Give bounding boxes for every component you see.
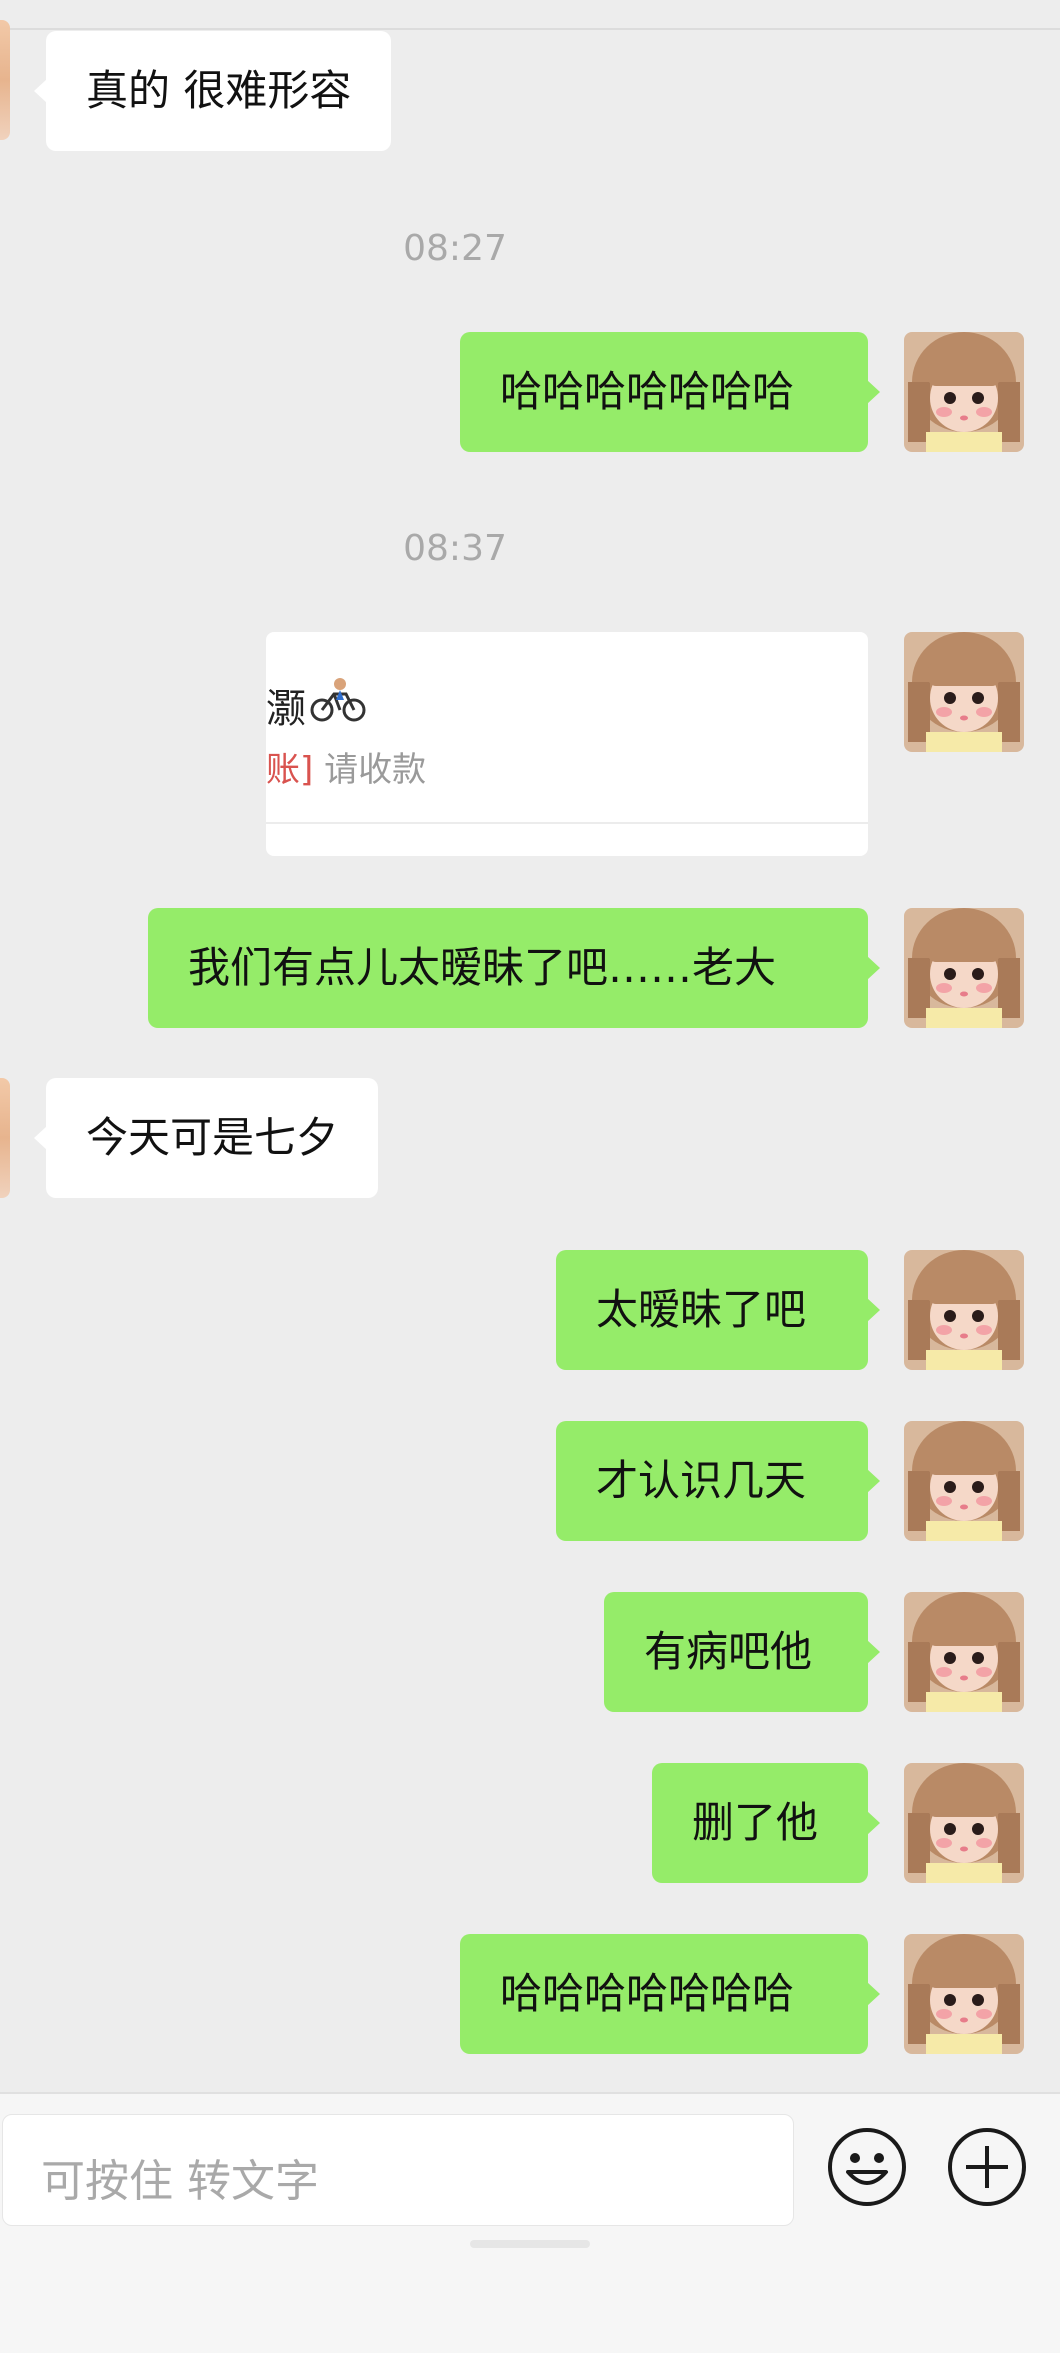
card-divider <box>266 822 868 824</box>
transfer-name: 灏 <box>266 686 306 732</box>
my-avatar[interactable] <box>904 1763 1024 1883</box>
transfer-card[interactable]: 灏 账] 请收款 <box>266 632 868 856</box>
timestamp: 08:27 <box>403 228 507 269</box>
transfer-status: 账] 请收款 <box>266 742 426 791</box>
message-bubble[interactable]: 今天可是七夕 <box>33 1078 379 1198</box>
message-bubble[interactable]: 删了他 <box>652 1763 880 1883</box>
message-input[interactable]: 可按住 转文字 <box>2 2114 794 2226</box>
home-indicator <box>470 2240 590 2248</box>
transfer-tag: 账] <box>266 750 314 790</box>
my-avatar[interactable] <box>904 1934 1024 2054</box>
contact-avatar[interactable] <box>0 1078 10 1198</box>
my-avatar[interactable] <box>904 332 1024 452</box>
message-bubble[interactable]: 我们有点儿太暧昧了吧……老大 <box>148 908 880 1028</box>
input-placeholder: 可按住 转文字 <box>41 2156 319 2207</box>
message-bubble[interactable]: 才认识几天 <box>556 1421 880 1541</box>
message-bubble[interactable]: 有病吧他 <box>604 1592 880 1712</box>
my-avatar[interactable] <box>904 908 1024 1028</box>
message-bubble[interactable]: 哈哈哈哈哈哈哈 <box>460 1934 880 2054</box>
message-bubble[interactable]: 太暧昧了吧 <box>556 1250 880 1370</box>
contact-avatar[interactable] <box>0 20 10 140</box>
my-avatar[interactable] <box>904 1592 1024 1712</box>
timestamp: 08:37 <box>403 528 507 569</box>
message-bubble[interactable]: 哈哈哈哈哈哈哈 <box>460 332 880 452</box>
transfer-status-text: 请收款 <box>324 750 427 790</box>
my-avatar[interactable] <box>904 632 1024 752</box>
top-divider <box>0 0 1060 30</box>
message-bubble[interactable]: 真的 很难形容 <box>33 31 392 151</box>
bike-icon <box>310 678 366 722</box>
my-avatar[interactable] <box>904 1421 1024 1541</box>
my-avatar[interactable] <box>904 1250 1024 1370</box>
plus-icon[interactable] <box>946 2126 1028 2208</box>
emoji-icon[interactable] <box>826 2126 908 2208</box>
input-bar: 可按住 转文字 <box>0 2092 1060 2353</box>
